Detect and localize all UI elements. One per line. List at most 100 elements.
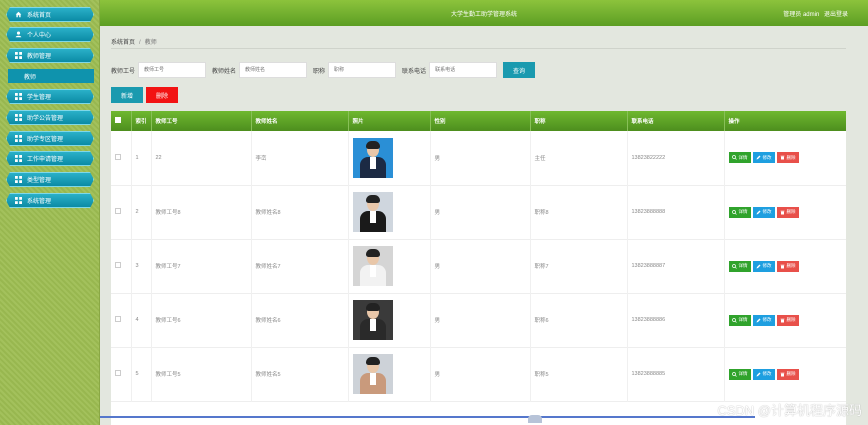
breadcrumb-current: 教师 <box>144 40 157 46</box>
teacher-name-input[interactable] <box>239 62 308 78</box>
edit-button[interactable]: 修改 <box>752 314 775 326</box>
cell-operations: 详情 修改 删除 <box>724 293 846 347</box>
row-checkbox[interactable] <box>115 153 121 160</box>
phone-input[interactable] <box>429 62 498 78</box>
teacher-photo <box>352 300 393 340</box>
cell-title: 职称5 <box>530 347 628 401</box>
cell-gender: 男 <box>430 131 531 185</box>
detail-label: 详情 <box>738 154 748 160</box>
detail-button[interactable]: 详情 <box>728 314 751 326</box>
pencil-icon <box>756 155 760 160</box>
teacher-photo <box>352 354 393 394</box>
select-all-checkbox[interactable] <box>115 117 121 123</box>
pencil-icon <box>756 210 760 214</box>
row-checkbox[interactable] <box>115 370 121 376</box>
scrollbar-thumb[interactable] <box>528 415 542 423</box>
grid-icon <box>15 176 22 183</box>
edit-button[interactable]: 修改 <box>752 206 775 218</box>
cell-operations: 详情 修改 删除 <box>724 239 846 293</box>
delete-button[interactable]: 删除 <box>776 206 799 218</box>
teacher-table: 索引 教师工号 教师姓名 照片 性别 职称 联系电话 操作 1 22 李峦 男 … <box>111 111 846 425</box>
detail-button[interactable]: 详情 <box>728 206 751 218</box>
title-input[interactable] <box>328 62 397 78</box>
header-checkbox-cell[interactable] <box>111 111 132 131</box>
horizontal-scrollbar[interactable] <box>100 416 755 418</box>
sidebar-item-teacher[interactable]: 教师管理 <box>6 48 94 63</box>
breadcrumb-home[interactable]: 系统首页 <box>111 40 135 46</box>
sidebar-item-application[interactable]: 工作申请管理 <box>6 151 94 166</box>
grid-icon <box>15 114 22 121</box>
delete-button[interactable]: 删除 <box>776 314 799 326</box>
cell-teacher-name: 教师姓名8 <box>251 185 349 239</box>
trash-icon <box>780 210 784 214</box>
delete-label: 删除 <box>786 263 796 268</box>
detail-button[interactable]: 详情 <box>728 152 751 164</box>
row-checkbox[interactable] <box>115 208 121 214</box>
query-button[interactable]: 查询 <box>503 62 536 78</box>
header-photo: 照片 <box>348 111 431 131</box>
detail-label: 详情 <box>738 263 748 268</box>
row-checkbox[interactable] <box>115 262 121 268</box>
edit-label: 修改 <box>762 371 772 376</box>
edit-button[interactable]: 修改 <box>752 152 775 164</box>
row-checkbox[interactable] <box>115 316 121 322</box>
header-operations: 操作 <box>724 111 846 131</box>
row-checkbox-cell[interactable] <box>111 131 132 185</box>
table-row: 1 22 李峦 男 主任 13823822222 详情 修改 删除 <box>111 131 846 185</box>
row-checkbox-cell[interactable] <box>111 347 132 401</box>
add-button[interactable]: 新增 <box>111 87 143 103</box>
grid-icon <box>15 197 22 204</box>
sidebar-item-home[interactable]: 系统首页 <box>6 7 94 22</box>
cell-teacher-no: 22 <box>151 131 252 185</box>
teacher-no-input[interactable] <box>138 62 207 78</box>
cell-phone: 13823888888 <box>627 185 725 239</box>
home-icon <box>15 11 22 18</box>
cell-operations: 详情 修改 删除 <box>724 185 846 239</box>
sidebar-item-student[interactable]: 学生管理 <box>6 89 94 104</box>
edit-button[interactable]: 修改 <box>752 368 775 380</box>
cell-teacher-name: 教师姓名7 <box>251 239 349 293</box>
row-checkbox-cell[interactable] <box>111 185 132 239</box>
cell-phone: 13823888885 <box>627 347 725 401</box>
sidebar-item-profile[interactable]: 个人中心 <box>6 27 94 42</box>
table-row: 3 教师工号7 教师姓名7 男 职称7 13823888887 详情 修改 删除 <box>111 239 846 293</box>
detail-button[interactable]: 详情 <box>728 368 751 380</box>
sidebar-item-notice[interactable]: 助学公告管理 <box>6 110 94 125</box>
delete-button[interactable]: 删除 <box>776 152 799 164</box>
cell-title: 主任 <box>530 131 628 185</box>
table-header-row: 索引 教师工号 教师姓名 照片 性别 职称 联系电话 操作 <box>111 111 846 131</box>
row-checkbox-cell[interactable] <box>111 239 132 293</box>
cell-teacher-name: 李峦 <box>251 131 349 185</box>
sidebar-item-system[interactable]: 系统管理 <box>6 193 94 208</box>
header-teacher-name: 教师姓名 <box>251 111 349 131</box>
delete-button[interactable]: 删除 <box>776 260 799 272</box>
sidebar-item-type[interactable]: 类型管理 <box>6 172 94 187</box>
delete-button[interactable]: 删除 <box>776 368 799 380</box>
cell-gender: 男 <box>430 185 531 239</box>
cell-teacher-no: 教师工号8 <box>151 185 252 239</box>
sidebar-item-zone[interactable]: 助学专区管理 <box>6 131 94 146</box>
sidebar-item-label: 学生管理 <box>27 95 52 101</box>
sidebar-item-label: 助学公告管理 <box>27 116 64 122</box>
edit-button[interactable]: 修改 <box>752 260 775 272</box>
cell-title: 职称6 <box>530 293 628 347</box>
detail-label: 详情 <box>738 317 748 322</box>
breadcrumb-separator: / <box>139 40 141 46</box>
header-index: 索引 <box>131 111 152 131</box>
sidebar-item-label: 工作申请管理 <box>27 157 64 163</box>
delete-label: 删除 <box>786 209 796 214</box>
detail-label: 详情 <box>738 371 748 376</box>
trash-icon <box>780 156 784 160</box>
cell-title: 职称7 <box>530 239 628 293</box>
sidebar-subitem-teacher[interactable]: 教师 <box>8 69 94 83</box>
cell-index: 4 <box>131 293 152 347</box>
search-icon <box>731 317 737 323</box>
row-checkbox-cell[interactable] <box>111 293 132 347</box>
logout-link[interactable]: 退出登录 <box>824 12 848 18</box>
detail-button[interactable]: 详情 <box>728 260 751 272</box>
cell-gender: 男 <box>430 347 531 401</box>
cell-index: 3 <box>131 239 152 293</box>
search-icon <box>731 263 737 269</box>
batch-delete-button[interactable]: 删除 <box>146 87 178 103</box>
cell-title: 职称8 <box>530 185 628 239</box>
